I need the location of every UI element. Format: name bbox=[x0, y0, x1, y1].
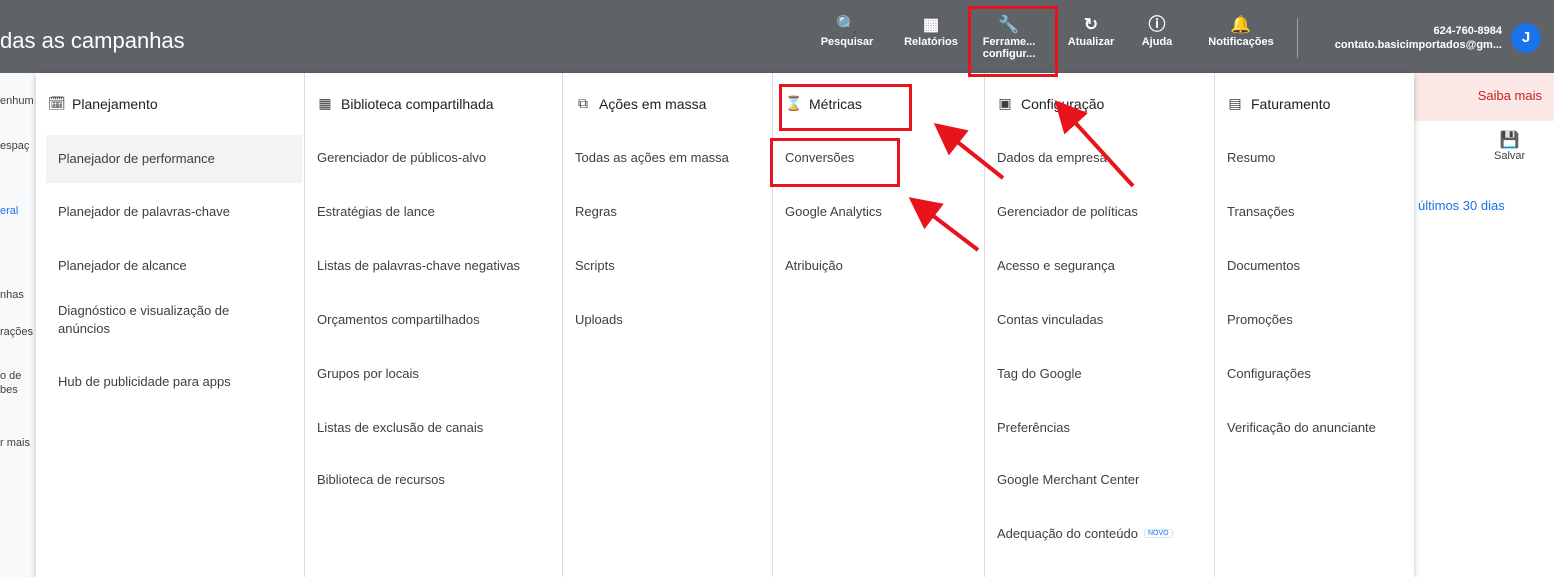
bulk-actions-icon: ⧉ bbox=[578, 95, 588, 111]
notifications-button[interactable]: 🔔 Notificações bbox=[1198, 14, 1284, 66]
bg-fragment[interactable]: nhas bbox=[0, 289, 24, 301]
menu-item[interactable]: Contas vinculadas bbox=[985, 311, 1214, 329]
menu-item[interactable]: Google Merchant Center bbox=[985, 471, 1214, 489]
refresh-icon: ↻ bbox=[1083, 15, 1099, 34]
highlight-box-conversions bbox=[770, 138, 900, 187]
bg-fragment: espaç bbox=[0, 140, 30, 152]
search-icon: 🔍 bbox=[836, 15, 858, 34]
menu-column-billing: ▤ Faturamento Resumo Transações Document… bbox=[1214, 73, 1414, 577]
account-email: contato.basicimportados@gm... bbox=[1334, 39, 1502, 51]
highlight-box-metrics bbox=[779, 84, 912, 131]
menu-item[interactable]: Planejador de palavras-chave bbox=[46, 203, 308, 221]
bg-fragment: enhum bbox=[0, 95, 34, 107]
menu-item[interactable]: Biblioteca de recursos bbox=[305, 471, 562, 489]
menu-column-shared-library: ▦ Biblioteca compartilhada Gerenciador d… bbox=[304, 73, 562, 577]
top-bar: das as campanhas 🔍 Pesquisar ▦ Relatório… bbox=[0, 0, 1554, 73]
search-button[interactable]: 🔍 Pesquisar bbox=[817, 14, 877, 66]
column-heading: ▤ Faturamento bbox=[1228, 95, 1331, 112]
library-icon: ▦ bbox=[318, 95, 332, 111]
avatar[interactable]: J bbox=[1511, 23, 1541, 53]
menu-item[interactable]: Configurações bbox=[1215, 365, 1414, 383]
bg-fragment[interactable]: bes bbox=[0, 384, 18, 396]
reports-button[interactable]: ▦ Relatórios bbox=[898, 14, 964, 66]
save-button[interactable]: 💾 Salvar bbox=[1494, 130, 1525, 162]
menu-column-setup: ▣ Configuração Dados da empresa Gerencia… bbox=[984, 73, 1214, 577]
column-heading: ▣ Configuração bbox=[998, 95, 1105, 112]
calendar-icon: 🗓 bbox=[48, 95, 66, 111]
menu-item[interactable]: Dados da empresa bbox=[985, 149, 1214, 167]
refresh-button[interactable]: ↻ Atualizar bbox=[1060, 14, 1122, 66]
menu-item[interactable]: Planejador de performance bbox=[46, 135, 302, 183]
menu-item[interactable]: Regras bbox=[563, 203, 772, 221]
menu-item[interactable]: Grupos por locais bbox=[305, 365, 562, 383]
menu-item[interactable]: Listas de exclusão de canais bbox=[305, 419, 562, 437]
menu-item[interactable]: Preferências bbox=[985, 419, 1214, 437]
learn-more-link[interactable]: Saiba mais bbox=[1478, 88, 1542, 103]
menu-item[interactable]: Adequação do conteúdo NOVO bbox=[985, 525, 1214, 543]
menu-item[interactable]: Google Analytics bbox=[773, 203, 984, 221]
account-switcher[interactable]: 624-760-8984 contato.basicimportados@gm.… bbox=[1335, 24, 1502, 52]
menu-item[interactable]: Todas as ações em massa bbox=[563, 149, 772, 167]
menu-column-bulk-actions: ⧉ Ações em massa Todas as ações em massa… bbox=[562, 73, 772, 577]
menu-item[interactable]: Resumo bbox=[1215, 149, 1414, 167]
menu-item[interactable]: Diagnóstico e visualização de anúncios bbox=[46, 302, 276, 338]
menu-item[interactable]: Gerenciador de públicos-alvo bbox=[305, 149, 562, 167]
menu-item[interactable]: Orçamentos compartilhados bbox=[305, 311, 562, 329]
menu-item[interactable]: Verificação do anunciante bbox=[1215, 419, 1414, 437]
menu-item[interactable]: Atribuição bbox=[773, 257, 984, 275]
bell-icon: 🔔 bbox=[1230, 15, 1252, 34]
date-range[interactable]: últimos 30 dias bbox=[1418, 198, 1505, 213]
reports-icon: ▦ bbox=[922, 15, 940, 34]
card-icon: ▤ bbox=[1228, 95, 1242, 111]
page-title: das as campanhas bbox=[0, 28, 185, 53]
menu-item[interactable]: Gerenciador de políticas bbox=[985, 203, 1214, 221]
help-button[interactable]: ⓘ Ajuda bbox=[1132, 14, 1182, 66]
tools-menu: 🗓 Planejamento Planejador de performance… bbox=[36, 73, 1414, 577]
menu-item[interactable]: Listas de palavras-chave negativas bbox=[305, 257, 562, 275]
highlight-box-tools bbox=[968, 6, 1058, 77]
right-panel bbox=[1414, 121, 1554, 577]
menu-item[interactable]: Scripts bbox=[563, 257, 772, 275]
bg-fragment[interactable]: eral bbox=[0, 205, 18, 217]
help-icon: ⓘ bbox=[1148, 15, 1166, 34]
menu-item[interactable]: Estratégias de lance bbox=[305, 203, 562, 221]
menu-item[interactable]: Tag do Google bbox=[985, 365, 1214, 383]
menu-item[interactable]: Hub de publicidade para apps bbox=[46, 373, 308, 391]
bg-fragment[interactable]: o de bbox=[0, 370, 21, 382]
account-id: 624-760-8984 bbox=[1433, 25, 1502, 37]
bg-fragment[interactable]: r mais bbox=[0, 437, 30, 449]
menu-column-planning: 🗓 Planejamento Planejador de performance… bbox=[36, 73, 302, 577]
menu-item[interactable]: Acesso e segurança bbox=[985, 257, 1214, 275]
column-heading: 🗓 Planejamento bbox=[48, 95, 158, 112]
new-badge: NOVO bbox=[1143, 529, 1173, 538]
toolbar-divider bbox=[1297, 18, 1298, 58]
menu-item[interactable]: Planejador de alcance bbox=[46, 257, 308, 275]
bg-fragment[interactable]: rações bbox=[0, 326, 33, 338]
save-icon: 💾 bbox=[1499, 132, 1520, 149]
column-heading: ⧉ Ações em massa bbox=[575, 95, 706, 112]
menu-item[interactable]: Uploads bbox=[563, 311, 772, 329]
menu-item[interactable]: Transações bbox=[1215, 203, 1414, 221]
menu-item[interactable]: Documentos bbox=[1215, 257, 1414, 275]
column-heading: ▦ Biblioteca compartilhada bbox=[318, 95, 494, 112]
settings-box-icon: ▣ bbox=[998, 95, 1012, 111]
menu-item[interactable]: Promoções bbox=[1215, 311, 1414, 329]
